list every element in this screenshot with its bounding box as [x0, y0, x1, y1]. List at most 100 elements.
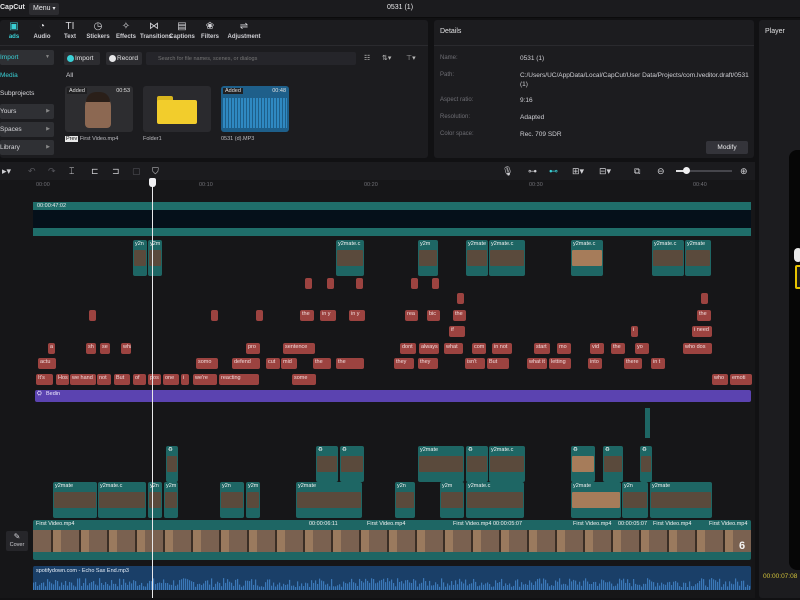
text-clip[interactable]: com — [472, 343, 486, 354]
text-clip[interactable] — [211, 310, 218, 321]
text-clip[interactable]: rea — [405, 310, 418, 321]
video-clip[interactable]: y2n — [395, 482, 415, 518]
text-clip[interactable]: letting — [549, 358, 571, 369]
text-clip[interactable]: who — [712, 374, 728, 385]
undo-icon[interactable]: ↶ — [28, 165, 36, 177]
zoom-slider-handle[interactable] — [683, 167, 690, 174]
teal-marker[interactable] — [645, 408, 650, 438]
video-clip[interactable]: y2m — [246, 482, 260, 518]
text-clip[interactable]: reacting — [219, 374, 259, 385]
video-clip[interactable]: y2mate — [296, 482, 362, 518]
import-button[interactable]: Import — [64, 52, 100, 65]
text-clip[interactable]: in y — [320, 310, 336, 321]
text-clip[interactable] — [327, 278, 334, 289]
text-clip[interactable]: a — [48, 343, 55, 354]
text-clip[interactable]: isn't — [465, 358, 485, 369]
video-clip[interactable]: y2mate — [650, 482, 712, 518]
main-overlay-clip[interactable] — [33, 202, 751, 236]
sidebar-item-library[interactable]: Library ▶ — [0, 140, 54, 155]
video-clip[interactable]: y2n — [148, 482, 162, 518]
microphone-icon[interactable]: 🎙 — [502, 165, 513, 177]
player-preview[interactable] — [789, 150, 800, 570]
marker-icon[interactable]: ⛉ — [152, 165, 159, 177]
playhead[interactable] — [152, 178, 153, 598]
text-clip[interactable]: wha — [121, 343, 131, 354]
text-clip[interactable]: we're — [193, 374, 217, 385]
text-clip[interactable]: the — [336, 358, 364, 369]
text-clip[interactable]: mo — [557, 343, 571, 354]
text-clip[interactable]: But — [487, 358, 509, 369]
text-clip[interactable]: if — [449, 326, 465, 337]
video-clip[interactable]: y2mate.c — [571, 240, 603, 276]
text-clip[interactable]: It's — [36, 374, 53, 385]
text-clip[interactable] — [89, 310, 96, 321]
tab-captions[interactable]: ▤ Captions — [168, 20, 196, 45]
video-clip[interactable]: y2mate.c — [336, 240, 364, 276]
video-clip[interactable]: y2n — [220, 482, 244, 518]
video-clip[interactable]: y2m — [148, 240, 162, 276]
text-clip[interactable] — [457, 293, 464, 304]
text-clip[interactable]: actu — [38, 358, 56, 369]
video-clip[interactable]: ♻ — [571, 446, 595, 482]
sidebar-item-media[interactable]: Media — [0, 68, 54, 83]
text-clip[interactable]: se — [100, 343, 110, 354]
text-clip[interactable]: dont — [400, 343, 416, 354]
text-clip[interactable]: the — [300, 310, 314, 321]
modify-button[interactable]: Modify — [706, 141, 748, 154]
text-clip[interactable]: emoti — [730, 374, 752, 385]
text-clip[interactable]: pos — [148, 374, 161, 385]
text-clip[interactable]: what — [444, 343, 463, 354]
text-clip[interactable]: of — [133, 374, 146, 385]
text-clip[interactable]: in t — [651, 358, 665, 369]
video-clip[interactable]: y2mate.c — [466, 482, 524, 518]
text-clip[interactable]: not — [97, 374, 111, 385]
search-input[interactable] — [146, 52, 356, 65]
redo-icon[interactable]: ↷ — [48, 165, 56, 177]
video-clip[interactable]: y2mate.c — [489, 446, 525, 482]
snap-icon[interactable]: ⊞▾ — [572, 165, 584, 177]
video-clip[interactable]: y2mate — [571, 482, 621, 518]
text-clip[interactable]: sh — [86, 343, 96, 354]
text-clip[interactable]: But — [114, 374, 130, 385]
text-clip[interactable]: i — [631, 326, 638, 337]
text-clip[interactable]: we hand — [70, 374, 96, 385]
video-clip[interactable]: y2n — [622, 482, 648, 518]
filter-all[interactable]: All — [66, 72, 73, 79]
text-clip[interactable]: into — [588, 358, 602, 369]
video-clip[interactable]: y2n — [133, 240, 147, 276]
text-clip[interactable]: i need — [692, 326, 712, 337]
video-clip[interactable]: y2mate — [466, 240, 488, 276]
text-clip[interactable]: some — [292, 374, 316, 385]
text-clip[interactable]: the — [453, 310, 466, 321]
video-clip[interactable]: ♻ — [316, 446, 338, 482]
video-clip[interactable]: ♻ — [166, 446, 178, 482]
text-clip[interactable]: cut — [266, 358, 280, 369]
cover-button[interactable]: ✎ Cover — [6, 531, 28, 551]
tab-text[interactable]: TI Text — [56, 20, 84, 45]
tab-media[interactable]: ▣ ads — [0, 20, 28, 45]
text-clip[interactable]: i — [181, 374, 189, 385]
text-clip[interactable]: what it — [527, 358, 547, 369]
text-clip[interactable]: somo — [196, 358, 218, 369]
text-clip[interactable]: the — [611, 343, 625, 354]
text-clip[interactable]: always — [419, 343, 439, 354]
text-clip[interactable]: yo — [635, 343, 649, 354]
video-clip[interactable]: ♻ — [603, 446, 623, 482]
tab-filters[interactable]: ❀ Filters — [196, 20, 224, 45]
text-clip[interactable]: start — [534, 343, 550, 354]
video-clip[interactable]: y2m — [440, 482, 464, 518]
sidebar-item-yours[interactable]: Yours ▶ — [0, 104, 54, 119]
grid-view-icon[interactable]: ☷ — [364, 54, 370, 62]
zoom-out-icon[interactable]: ⊖ — [657, 165, 665, 177]
text-clip[interactable] — [305, 278, 312, 289]
playhead-handle[interactable] — [149, 178, 156, 187]
video-clip[interactable]: y2mate.c — [98, 482, 146, 518]
split-icon[interactable]: ⌶ — [69, 165, 74, 177]
tab-stickers[interactable]: ◷ Stickers — [84, 20, 112, 45]
sidebar-item-import[interactable]: Import ▼ — [0, 50, 54, 65]
delete-icon[interactable]: ▢ — [132, 165, 141, 177]
timeline[interactable]: 00:00 00:10 00:20 00:30 00:40 00:00:47:0… — [0, 180, 755, 598]
text-clip[interactable]: defend — [232, 358, 260, 369]
text-clip[interactable]: there — [624, 358, 642, 369]
select-tool-icon[interactable]: ▸▾ — [2, 165, 11, 177]
